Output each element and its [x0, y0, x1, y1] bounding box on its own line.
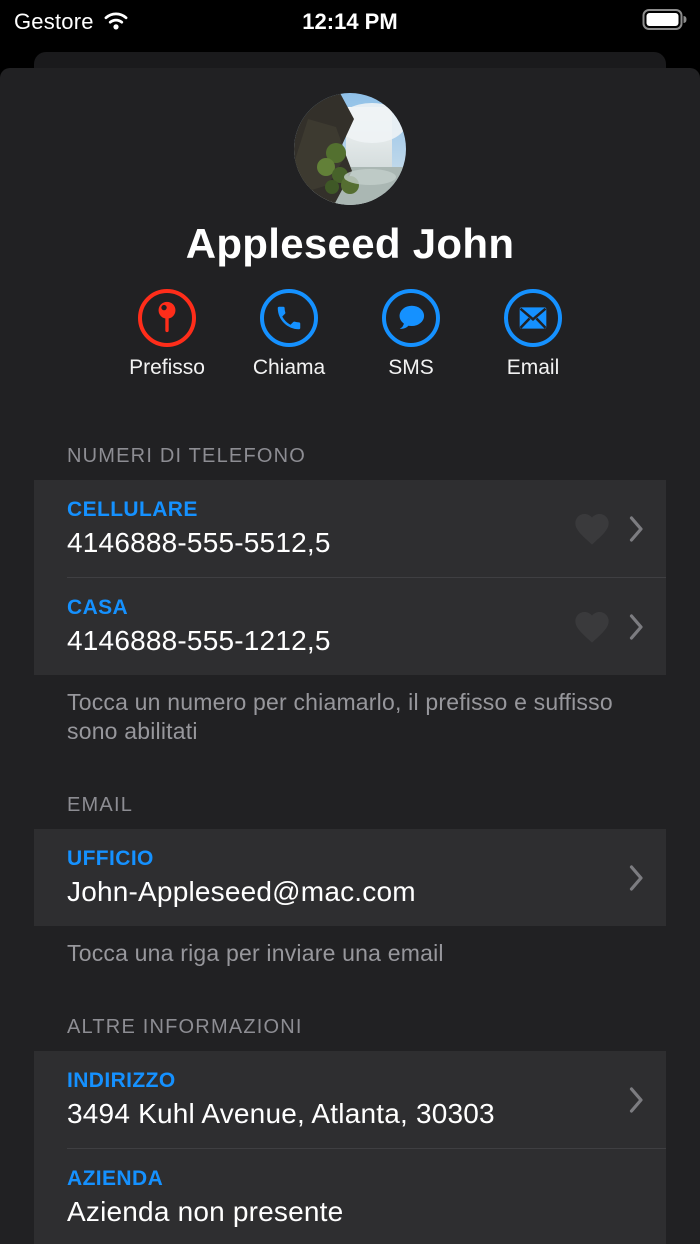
address-value: 3494 Kuhl Avenue, Atlanta, 30303: [67, 1098, 495, 1129]
action-label: Chiama: [252, 356, 326, 379]
phones-hint: Tocca un numero per chiamarlo, il prefis…: [67, 689, 613, 744]
company-value: Azienda non presente: [67, 1196, 344, 1227]
email-type-label: UFFICIO: [67, 847, 154, 870]
email-card: UFFICIO John-Appleseed@mac.com: [34, 829, 666, 926]
section-header-phones: NUMERI DI TELEFONO: [67, 445, 307, 467]
phone-icon: [260, 289, 318, 347]
contact-detail-sheet: Appleseed John Prefisso Chiama SMS Email…: [0, 68, 700, 1244]
clock: 12:14 PM: [302, 9, 398, 34]
favorite-heart-icon[interactable]: [571, 607, 613, 647]
phone-type-label: CASA: [67, 596, 129, 619]
company-row[interactable]: AZIENDA Azienda non presente: [34, 1149, 666, 1244]
action-label: SMS: [388, 356, 434, 379]
chevron-right-icon: [629, 613, 644, 641]
pin-icon: [138, 289, 196, 347]
phone-row-cellulare[interactable]: CELLULARE 4146888-555-5512,5: [34, 480, 666, 577]
action-label: Email: [506, 356, 560, 379]
email-address: John-Appleseed@mac.com: [67, 876, 416, 907]
phone-type-label: CELLULARE: [67, 498, 198, 521]
action-label: Prefisso: [129, 356, 205, 379]
section-header-email: EMAIL: [67, 794, 134, 816]
phone-screen: Gestore 12:14 PM Appleseed John Prefisso…: [0, 0, 700, 1244]
address-label: INDIRIZZO: [67, 1069, 176, 1092]
chevron-right-icon: [629, 864, 644, 892]
phone-row-casa[interactable]: CASA 4146888-555-1212,5: [34, 578, 666, 675]
email-button[interactable]: Email: [472, 289, 594, 380]
action-buttons: Prefisso Chiama SMS Email: [0, 289, 700, 380]
call-button[interactable]: Chiama: [228, 289, 350, 380]
sms-button[interactable]: SMS: [350, 289, 472, 380]
email-hint: Tocca una riga per inviare una email: [67, 940, 444, 966]
status-bar: Gestore 12:14 PM: [0, 0, 700, 44]
other-info-card: INDIRIZZO 3494 Kuhl Avenue, Atlanta, 303…: [34, 1051, 666, 1244]
address-row[interactable]: INDIRIZZO 3494 Kuhl Avenue, Atlanta, 303…: [34, 1051, 666, 1148]
favorite-heart-icon[interactable]: [571, 509, 613, 549]
section-header-other: ALTRE INFORMAZIONI: [67, 1016, 303, 1038]
avatar: [294, 93, 406, 205]
email-row-ufficio[interactable]: UFFICIO John-Appleseed@mac.com: [34, 829, 666, 926]
phones-card: CELLULARE 4146888-555-5512,5 CASA 414688…: [34, 480, 666, 675]
prefix-button[interactable]: Prefisso: [106, 289, 228, 380]
battery-icon: [642, 8, 688, 36]
phone-number: 4146888-555-1212,5: [67, 625, 331, 656]
phone-number: 4146888-555-5512,5: [67, 527, 331, 558]
speech-bubble-icon: [382, 289, 440, 347]
chevron-right-icon: [629, 1086, 644, 1114]
envelope-icon: [504, 289, 562, 347]
contact-name: Appleseed John: [185, 220, 515, 267]
chevron-right-icon: [629, 515, 644, 543]
company-label: AZIENDA: [67, 1167, 164, 1190]
